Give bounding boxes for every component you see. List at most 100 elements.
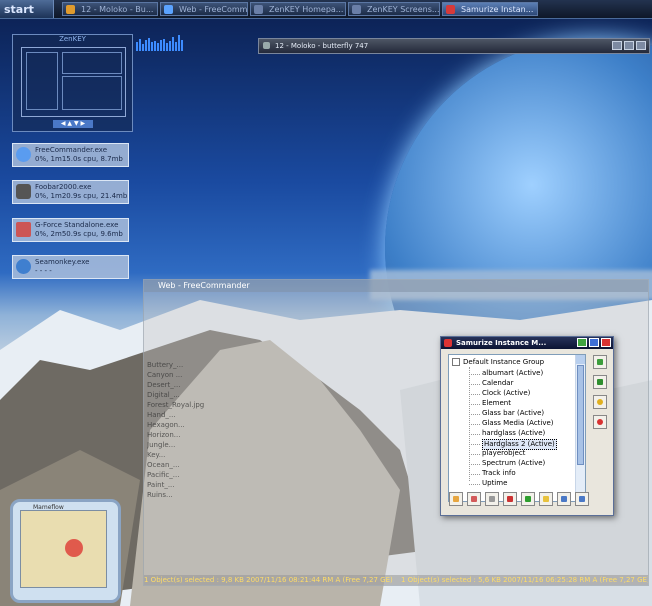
instance-item[interactable]: hardglass (Active) [482,429,545,438]
tree-scrollbar[interactable] [575,355,585,501]
widget-screen [20,510,107,588]
taskbar-item-samurize[interactable]: Samurize Instan... [442,2,538,16]
file-item[interactable]: Desert_... [147,380,387,390]
import-button[interactable] [575,492,589,506]
scroll-up-button[interactable] [576,355,585,364]
freecommander-icon [164,5,173,14]
export-button[interactable] [557,492,571,506]
music-window-titlebar[interactable]: 12 - Moloko - butterfly 747 [258,38,650,54]
help-icon [597,399,603,405]
samurize-title: Samurize Instance M... [456,339,547,347]
samurize-instance-manager[interactable]: Samurize Instance M... Default Instance … [440,336,614,516]
copy-instance-button[interactable] [485,492,499,506]
freecommander-title: Web - FreeCommander [158,281,250,290]
instance-tree[interactable]: Default Instance Group albumart (Active)… [448,354,586,502]
mameflow-widget[interactable]: Mameflow [10,499,121,603]
samurize-titlebar[interactable]: Samurize Instance M... [441,337,613,349]
file-item[interactable]: Pacific_... [147,470,387,480]
new-instance-button[interactable] [449,492,463,506]
tree-root-label: Default Instance Group [463,358,545,366]
stop-button[interactable] [593,415,607,429]
task-label: 12 - Moloko - Bu... [81,5,154,14]
zenkey-title: ZenKEY [59,35,86,43]
start-button[interactable]: start [0,0,54,18]
file-item[interactable]: Canyon ... [147,370,387,380]
export-icon [561,496,567,502]
instance-item[interactable]: Spectrum (Active) [482,459,545,468]
file-item[interactable]: Hand_... [147,410,387,420]
minimize-button[interactable] [612,41,622,50]
file-item[interactable]: Paint_... [147,480,387,490]
freecommander-titlebar[interactable]: Web - FreeCommander [144,280,648,292]
status-bar: 1 Object(s) selected : 9,8 KB 2007/11/16… [144,575,648,585]
instance-item[interactable]: Glass bar (Active) [482,409,544,418]
file-item[interactable]: Key... [147,450,387,460]
process-name: Seamonkey.exe [35,258,90,266]
scroll-thumb[interactable] [577,365,584,465]
file-item[interactable]: Jungle... [147,440,387,450]
task-label: ZenKEY Homepa... [269,5,344,14]
folder-icon [543,496,549,502]
tree-line [469,394,480,395]
delete-instance-button[interactable] [503,492,517,506]
window-controls [577,338,611,347]
freecommander-icon [16,147,31,162]
zenkey-pane-bottom [62,76,122,110]
close-button[interactable] [636,41,646,50]
process-seamonkey[interactable]: Seamonkey.exe - - - - [12,255,129,279]
refresh-icon [597,359,603,365]
refresh-button[interactable] [593,355,607,369]
stop-icon [597,419,603,425]
import-icon [579,496,585,502]
instance-item[interactable]: albumart (Active) [482,369,543,378]
maximize-button[interactable] [589,338,599,347]
close-button[interactable] [601,338,611,347]
tree-line [469,454,480,455]
file-item[interactable]: Buttery_... [147,360,387,370]
file-item[interactable]: Ocean_... [147,460,387,470]
tree-line [469,414,480,415]
instance-item[interactable]: Track info [482,469,516,478]
instance-item[interactable]: Element [482,399,511,408]
instance-item[interactable]: Clock (Active) [482,389,530,398]
tree-line [469,434,480,435]
instance-item[interactable]: Uptime [482,479,507,488]
file-item[interactable]: Forest_Royal.jpg [147,400,387,410]
instance-item[interactable]: Calendar [482,379,513,388]
seamonkey-icon [16,259,31,274]
taskbar-item-zenkey-homepage[interactable]: ZenKEY Homepa... [250,2,346,16]
activate-instance-button[interactable] [521,492,535,506]
file-item[interactable]: Horizon... [147,430,387,440]
winamp-icon [66,5,75,14]
instance-item[interactable]: Glass Media (Active) [482,419,554,428]
process-foobar[interactable]: Foobar2000.exe 0%, 1m20.9s cpu, 21.4mb [12,180,129,204]
window-controls [612,41,646,50]
file-item[interactable]: Ruins... [147,490,387,500]
taskbar-item-moloko[interactable]: 12 - Moloko - Bu... [62,2,158,16]
edit-icon [471,496,477,502]
process-freecommander[interactable]: FreeCommander.exe 0%, 1m15.0s cpu, 8.7mb [12,143,129,167]
taskbar-item-zenkey-screens[interactable]: ZenKEY Screens... [348,2,440,16]
zenkey-nav-arrows[interactable]: ◀ ▲ ▼ ▶ [53,120,93,128]
file-list[interactable]: Buttery_... Canyon ... Desert_... Digita… [147,360,387,500]
minimize-button[interactable] [577,338,587,347]
process-gforce[interactable]: G-Force Standalone.exe 0%, 2m50.9s cpu, … [12,218,129,242]
file-item[interactable]: Digital_... [147,390,387,400]
collapse-icon[interactable] [452,358,460,366]
maximize-button[interactable] [624,41,634,50]
add-button[interactable] [593,375,607,389]
browser-icon [352,5,361,14]
foobar-icon [16,184,31,199]
edit-instance-button[interactable] [467,492,481,506]
add-icon [597,379,603,385]
spectrum-visualizer [136,35,188,51]
browser-icon [254,5,263,14]
instance-item[interactable]: playerobject [482,449,525,458]
window-icon [263,42,270,49]
taskbar-item-freecommander[interactable]: Web - FreeComm... [160,2,248,16]
open-folder-button[interactable] [539,492,553,506]
tree-root[interactable]: Default Instance Group [452,358,544,367]
zenkey-widget[interactable]: ZenKEY ◀ ▲ ▼ ▶ [12,34,133,132]
help-button[interactable] [593,395,607,409]
file-item[interactable]: Hexagon... [147,420,387,430]
